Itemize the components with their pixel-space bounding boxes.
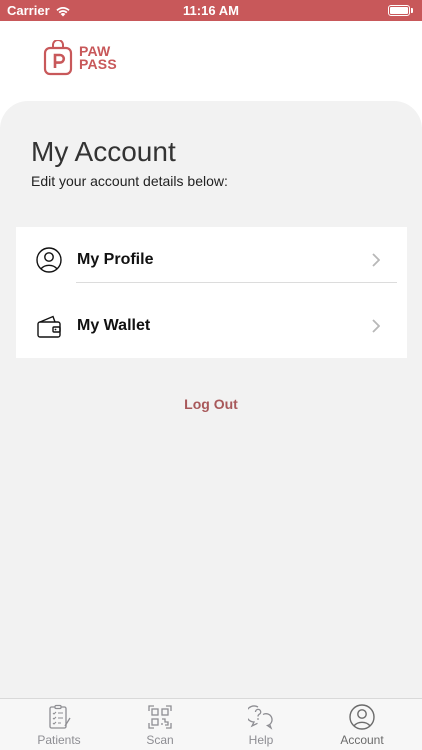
tab-label: Patients (37, 733, 81, 747)
my-profile-row[interactable]: My Profile (16, 227, 407, 292)
my-wallet-row[interactable]: My Wallet (16, 293, 407, 358)
clipboard-icon (49, 704, 71, 729)
logo-line-2: PASS (79, 56, 117, 72)
my-profile-label: My Profile (77, 250, 154, 268)
my-wallet-label: My Wallet (77, 316, 151, 334)
tab-label: Help (248, 733, 274, 747)
help-chat-icon (248, 705, 273, 730)
battery-icon (388, 5, 413, 17)
page-subtitle: Edit your account details below: (31, 173, 228, 189)
status-bar: Carrier 11:16 AM (0, 0, 422, 21)
chevron-right-icon (372, 252, 380, 267)
logo-wordmark: PAW PASS (79, 44, 117, 72)
tab-help[interactable]: Help (216, 699, 306, 750)
page-title: My Account (31, 136, 176, 167)
tab-scan[interactable]: Scan (115, 699, 205, 750)
menu-divider (76, 282, 397, 283)
wallet-icon (37, 315, 61, 338)
user-circle-icon (349, 704, 375, 730)
account-menu-card: My Profile My Wallet (16, 227, 407, 358)
app-logo: PAW PASS (43, 40, 117, 76)
paw-pass-logo-icon (43, 40, 73, 76)
log-out-button[interactable]: Log Out (0, 396, 422, 412)
user-circle-icon (36, 246, 62, 273)
bottom-tab-bar: Patients Scan Help Account (0, 698, 422, 750)
tab-label: Scan (146, 733, 174, 747)
chevron-right-icon (372, 318, 380, 333)
tab-label: Account (340, 733, 384, 747)
tab-account[interactable]: Account (317, 699, 407, 750)
tab-patients[interactable]: Patients (14, 699, 104, 750)
qr-code-icon (148, 705, 172, 729)
app-screen: Carrier 11:16 AM PAW PASS My Account Edi… (0, 0, 422, 750)
status-time: 11:16 AM (183, 3, 239, 18)
